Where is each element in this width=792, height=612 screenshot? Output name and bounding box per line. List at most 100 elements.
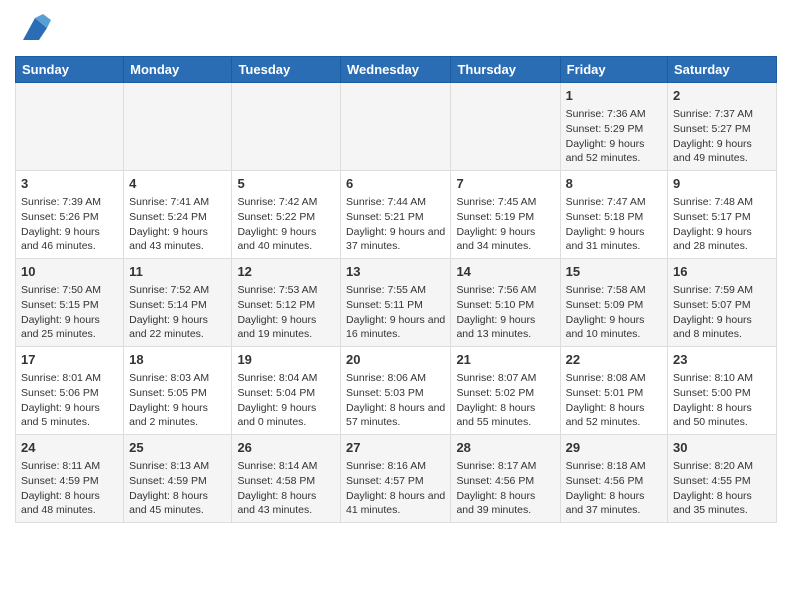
day-number: 24 <box>21 439 118 457</box>
day-info: Sunrise: 8:08 AM Sunset: 5:01 PM Dayligh… <box>566 372 646 428</box>
day-cell: 5 Sunrise: 7:42 AM Sunset: 5:22 PM Daylig… <box>232 171 341 259</box>
day-number: 14 <box>456 263 554 281</box>
day-info: Sunrise: 8:06 AM Sunset: 5:03 PM Dayligh… <box>346 372 445 428</box>
day-info: Sunrise: 8:17 AM Sunset: 4:56 PM Dayligh… <box>456 460 536 516</box>
column-header-thursday: Thursday <box>451 57 560 83</box>
day-info: Sunrise: 7:39 AM Sunset: 5:26 PM Dayligh… <box>21 196 101 252</box>
day-cell: 7Sunrise: 7:45 AM Sunset: 5:19 PM Daylig… <box>451 171 560 259</box>
day-number: 8 <box>566 175 662 193</box>
day-cell <box>124 83 232 171</box>
day-info: Sunrise: 8:11 AM Sunset: 4:59 PM Dayligh… <box>21 460 100 516</box>
day-cell: 25Sunrise: 8:13 AM Sunset: 4:59 PM Dayli… <box>124 435 232 523</box>
day-number: 28 <box>456 439 554 457</box>
day-cell: 20 Sunrise: 8:06 AM Sunset: 5:03 PM Dayli… <box>341 347 451 435</box>
day-number: 9 <box>673 175 771 193</box>
column-header-friday: Friday <box>560 57 667 83</box>
day-number: 18 <box>129 351 226 369</box>
day-cell <box>451 83 560 171</box>
day-number: 22 <box>566 351 662 369</box>
day-info: Sunrise: 7:56 AM Sunset: 5:10 PM Dayligh… <box>456 284 536 340</box>
day-number: 13 <box>346 263 445 281</box>
day-number: 3 <box>21 175 118 193</box>
day-number: 5 <box>237 175 335 193</box>
week-row-1: 3 Sunrise: 7:39 AM Sunset: 5:26 PM Daylig… <box>16 171 777 259</box>
day-cell: 26 Sunrise: 8:14 AM Sunset: 4:58 PM Dayli… <box>232 435 341 523</box>
column-header-wednesday: Wednesday <box>341 57 451 83</box>
day-cell: 18 Sunrise: 8:03 AM Sunset: 5:05 PM Dayli… <box>124 347 232 435</box>
day-cell: 12 Sunrise: 7:53 AM Sunset: 5:12 PM Dayli… <box>232 259 341 347</box>
day-info: Sunrise: 8:14 AM Sunset: 4:58 PM Dayligh… <box>237 460 317 516</box>
page: SundayMondayTuesdayWednesdayThursdayFrid… <box>0 0 792 612</box>
day-info: Sunrise: 8:10 AM Sunset: 5:00 PM Dayligh… <box>673 372 753 428</box>
day-info: Sunrise: 7:52 AM Sunset: 5:14 PM Dayligh… <box>129 284 209 340</box>
column-header-saturday: Saturday <box>668 57 777 83</box>
column-header-sunday: Sunday <box>16 57 124 83</box>
day-cell: 21 Sunrise: 8:07 AM Sunset: 5:02 PM Dayli… <box>451 347 560 435</box>
day-info: Sunrise: 7:50 AM Sunset: 5:15 PM Dayligh… <box>21 284 101 340</box>
day-cell: 15 Sunrise: 7:58 AM Sunset: 5:09 PM Dayli… <box>560 259 667 347</box>
day-cell: 29 Sunrise: 8:18 AM Sunset: 4:56 PM Dayli… <box>560 435 667 523</box>
day-info: Sunrise: 8:07 AM Sunset: 5:02 PM Dayligh… <box>456 372 536 428</box>
day-number: 2 <box>673 87 771 105</box>
day-cell: 3 Sunrise: 7:39 AM Sunset: 5:26 PM Daylig… <box>16 171 124 259</box>
day-number: 25 <box>129 439 226 457</box>
calendar-header-row: SundayMondayTuesdayWednesdayThursdayFrid… <box>16 57 777 83</box>
day-cell: 28 Sunrise: 8:17 AM Sunset: 4:56 PM Dayli… <box>451 435 560 523</box>
day-number: 30 <box>673 439 771 457</box>
day-info: Sunrise: 7:45 AM Sunset: 5:19 PM Dayligh… <box>456 196 536 252</box>
day-cell: 24 Sunrise: 8:11 AM Sunset: 4:59 PM Dayli… <box>16 435 124 523</box>
day-number: 16 <box>673 263 771 281</box>
day-number: 26 <box>237 439 335 457</box>
day-number: 10 <box>21 263 118 281</box>
day-number: 29 <box>566 439 662 457</box>
day-info: Sunrise: 8:03 AM Sunset: 5:05 PM Dayligh… <box>129 372 209 428</box>
day-cell: 10 Sunrise: 7:50 AM Sunset: 5:15 PM Dayli… <box>16 259 124 347</box>
day-number: 23 <box>673 351 771 369</box>
day-info: Sunrise: 7:42 AM Sunset: 5:22 PM Dayligh… <box>237 196 317 252</box>
day-info: Sunrise: 8:18 AM Sunset: 4:56 PM Dayligh… <box>566 460 646 516</box>
header <box>15 10 777 48</box>
day-cell: 14 Sunrise: 7:56 AM Sunset: 5:10 PM Dayli… <box>451 259 560 347</box>
day-cell: 9Sunrise: 7:48 AM Sunset: 5:17 PM Daylig… <box>668 171 777 259</box>
week-row-4: 24 Sunrise: 8:11 AM Sunset: 4:59 PM Dayli… <box>16 435 777 523</box>
day-cell: 13 Sunrise: 7:55 AM Sunset: 5:11 PM Dayli… <box>341 259 451 347</box>
day-number: 1 <box>566 87 662 105</box>
day-number: 6 <box>346 175 445 193</box>
day-cell <box>341 83 451 171</box>
day-info: Sunrise: 7:59 AM Sunset: 5:07 PM Dayligh… <box>673 284 753 340</box>
day-cell: 17 Sunrise: 8:01 AM Sunset: 5:06 PM Dayli… <box>16 347 124 435</box>
day-number: 21 <box>456 351 554 369</box>
week-row-0: 1 Sunrise: 7:36 AM Sunset: 5:29 PM Daylig… <box>16 83 777 171</box>
day-cell: 23 Sunrise: 8:10 AM Sunset: 5:00 PM Dayli… <box>668 347 777 435</box>
day-cell <box>232 83 341 171</box>
column-header-monday: Monday <box>124 57 232 83</box>
day-cell: 27 Sunrise: 8:16 AM Sunset: 4:57 PM Dayli… <box>341 435 451 523</box>
day-number: 15 <box>566 263 662 281</box>
day-info: Sunrise: 8:04 AM Sunset: 5:04 PM Dayligh… <box>237 372 317 428</box>
day-cell: 19Sunrise: 8:04 AM Sunset: 5:04 PM Dayli… <box>232 347 341 435</box>
day-info: Sunrise: 7:36 AM Sunset: 5:29 PM Dayligh… <box>566 108 646 164</box>
day-info: Sunrise: 8:20 AM Sunset: 4:55 PM Dayligh… <box>673 460 753 516</box>
day-info: Sunrise: 7:47 AM Sunset: 5:18 PM Dayligh… <box>566 196 646 252</box>
week-row-3: 17 Sunrise: 8:01 AM Sunset: 5:06 PM Dayli… <box>16 347 777 435</box>
day-info: Sunrise: 7:58 AM Sunset: 5:09 PM Dayligh… <box>566 284 646 340</box>
day-info: Sunrise: 7:37 AM Sunset: 5:27 PM Dayligh… <box>673 108 753 164</box>
day-number: 17 <box>21 351 118 369</box>
day-cell: 1 Sunrise: 7:36 AM Sunset: 5:29 PM Daylig… <box>560 83 667 171</box>
logo <box>15 10 53 48</box>
day-info: Sunrise: 8:01 AM Sunset: 5:06 PM Dayligh… <box>21 372 101 428</box>
column-header-tuesday: Tuesday <box>232 57 341 83</box>
day-info: Sunrise: 7:53 AM Sunset: 5:12 PM Dayligh… <box>237 284 317 340</box>
day-info: Sunrise: 8:16 AM Sunset: 4:57 PM Dayligh… <box>346 460 445 516</box>
day-number: 20 <box>346 351 445 369</box>
day-cell: 2 Sunrise: 7:37 AM Sunset: 5:27 PM Daylig… <box>668 83 777 171</box>
day-info: Sunrise: 7:41 AM Sunset: 5:24 PM Dayligh… <box>129 196 209 252</box>
day-cell <box>16 83 124 171</box>
week-row-2: 10 Sunrise: 7:50 AM Sunset: 5:15 PM Dayli… <box>16 259 777 347</box>
day-number: 12 <box>237 263 335 281</box>
day-info: Sunrise: 7:55 AM Sunset: 5:11 PM Dayligh… <box>346 284 445 340</box>
calendar: SundayMondayTuesdayWednesdayThursdayFrid… <box>15 56 777 523</box>
day-number: 27 <box>346 439 445 457</box>
day-cell: 16 Sunrise: 7:59 AM Sunset: 5:07 PM Dayli… <box>668 259 777 347</box>
day-cell: 11Sunrise: 7:52 AM Sunset: 5:14 PM Dayli… <box>124 259 232 347</box>
